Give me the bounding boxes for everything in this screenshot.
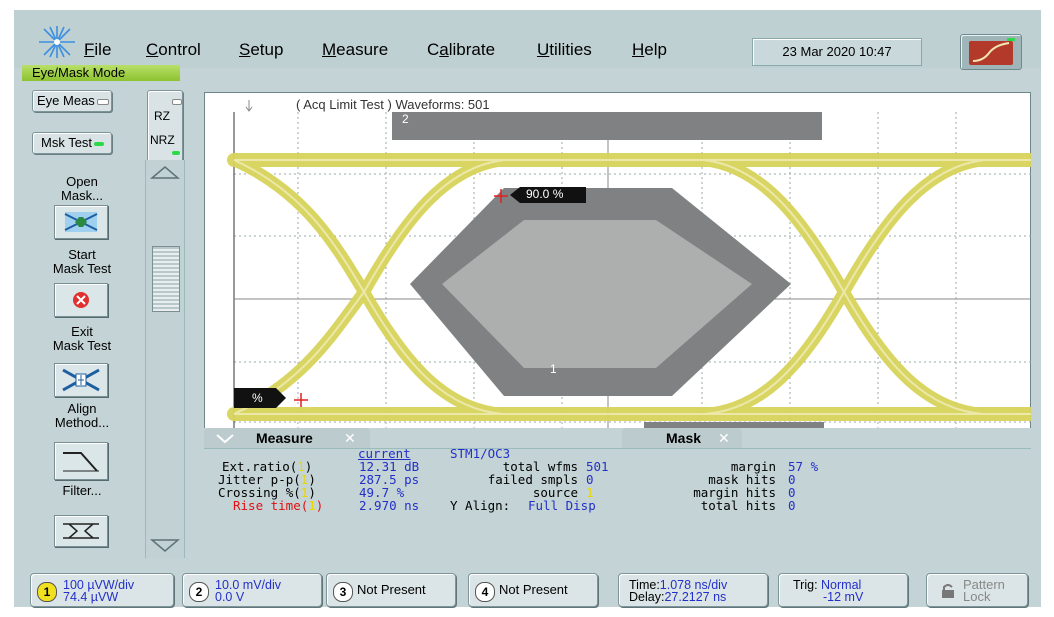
- mask-region-2-label: 2: [402, 112, 409, 126]
- mask-label-yalign: Y Align:: [450, 498, 511, 513]
- sidebar-scrollbar[interactable]: [145, 160, 185, 558]
- chevron-down-icon: [216, 434, 234, 444]
- exit-mask-test-button[interactable]: [54, 283, 108, 317]
- crossing-label: 90.0 %: [526, 187, 564, 201]
- hits-label-total: total hits: [700, 498, 776, 513]
- filter-label: Filter...: [62, 483, 102, 498]
- next-tool-button[interactable]: [54, 515, 108, 547]
- timebase-button[interactable]: Time:1.078 ns/div Delay:27.2127 ns: [618, 573, 768, 607]
- eye-diagram-plot[interactable]: ( Acq Limit Test ) Waveforms: 501 90.0 %…: [203, 91, 1038, 438]
- scroll-down-icon[interactable]: [150, 538, 180, 554]
- menu-setup[interactable]: Setup: [239, 40, 283, 60]
- starburst-icon: [39, 26, 75, 58]
- close-mask-icon[interactable]: ✕: [718, 428, 730, 448]
- yalign-value: Full Disp: [528, 498, 596, 513]
- filter-icon: [63, 452, 99, 472]
- menu-utilities[interactable]: Utilities: [537, 40, 592, 60]
- stop-icon: [73, 292, 89, 308]
- channel-bar: 1 100 µVW/div 74.4 µVW 2 10.0 mV/div 0.0…: [14, 569, 1041, 607]
- menu-measure[interactable]: Measure: [322, 40, 388, 60]
- total-hits-value: 0: [788, 498, 796, 513]
- mask-region-top: [392, 112, 822, 140]
- tab-measure[interactable]: Measure ✕: [204, 428, 370, 448]
- exit-mask-test-label: Exit Mask Test: [52, 324, 112, 353]
- open-mask-label[interactable]: Open Mask...: [44, 175, 120, 203]
- rz-label: RZ: [154, 109, 170, 123]
- start-mask-test-label: Start Mask Test: [52, 247, 112, 276]
- measure-panel: Measure ✕ Mask ✕ current Ext.ratio(1) Ji…: [204, 428, 1031, 559]
- start-mask-test-button[interactable]: [54, 205, 108, 239]
- mode-label: Eye/Mask Mode: [22, 65, 180, 81]
- scroll-up-icon[interactable]: [150, 164, 180, 180]
- align-eye-icon: [62, 368, 100, 392]
- mask-eye-icon: [64, 212, 98, 232]
- date-time: 23 Mar 2020 10:47: [752, 38, 922, 66]
- menu-control[interactable]: Control: [146, 40, 201, 60]
- channel-2-button[interactable]: 2 10.0 mV/div 0.0 V: [182, 573, 322, 607]
- channel-3-button[interactable]: 3 Not Present: [326, 573, 456, 607]
- trigger-button[interactable]: Trig: Normal -12 mV: [778, 573, 908, 607]
- pattern-lock-button[interactable]: Pattern Lock: [926, 573, 1028, 607]
- menu-help[interactable]: Help: [632, 40, 667, 60]
- eye-meas-button[interactable]: Eye Meas: [32, 90, 112, 112]
- scope-window: File Control Setup Measure Calibrate Uti…: [14, 10, 1041, 607]
- rz-nrz-toggle[interactable]: RZ NRZ: [147, 90, 183, 162]
- filter-button[interactable]: [54, 442, 108, 480]
- nrz-label: NRZ: [150, 133, 175, 147]
- close-measure-icon[interactable]: ✕: [344, 428, 356, 448]
- measure-row-risetime: Rise time(1): [233, 498, 324, 513]
- plot-header: ( Acq Limit Test ) Waveforms: 501: [296, 97, 490, 112]
- menu-file[interactable]: File: [84, 40, 111, 60]
- msk-test-button[interactable]: Msk Test: [32, 132, 112, 154]
- mask-standard: STM1/OC3: [450, 446, 511, 461]
- scroll-thumb[interactable]: [152, 246, 180, 312]
- tab-mask[interactable]: Mask ✕: [622, 428, 742, 448]
- risetime-value: 2.970 ns: [359, 498, 420, 513]
- menu-bar: File Control Setup Measure Calibrate Uti…: [14, 10, 1041, 70]
- eye-diagram-icon: [63, 523, 99, 539]
- waveform-icon: [969, 38, 1015, 65]
- lock-icon: [942, 584, 954, 598]
- align-method-label: Align Method...: [54, 401, 110, 430]
- channel-4-button[interactable]: 4 Not Present: [468, 573, 598, 607]
- waveform-logo-button[interactable]: [960, 34, 1022, 70]
- menu-calibrate[interactable]: Calibrate: [427, 40, 495, 60]
- align-method-button[interactable]: [54, 363, 108, 397]
- mask-region-1-label: 1: [550, 362, 557, 376]
- channel-1-button[interactable]: 1 100 µVW/div 74.4 µVW: [30, 573, 174, 607]
- left-label: %: [252, 391, 263, 405]
